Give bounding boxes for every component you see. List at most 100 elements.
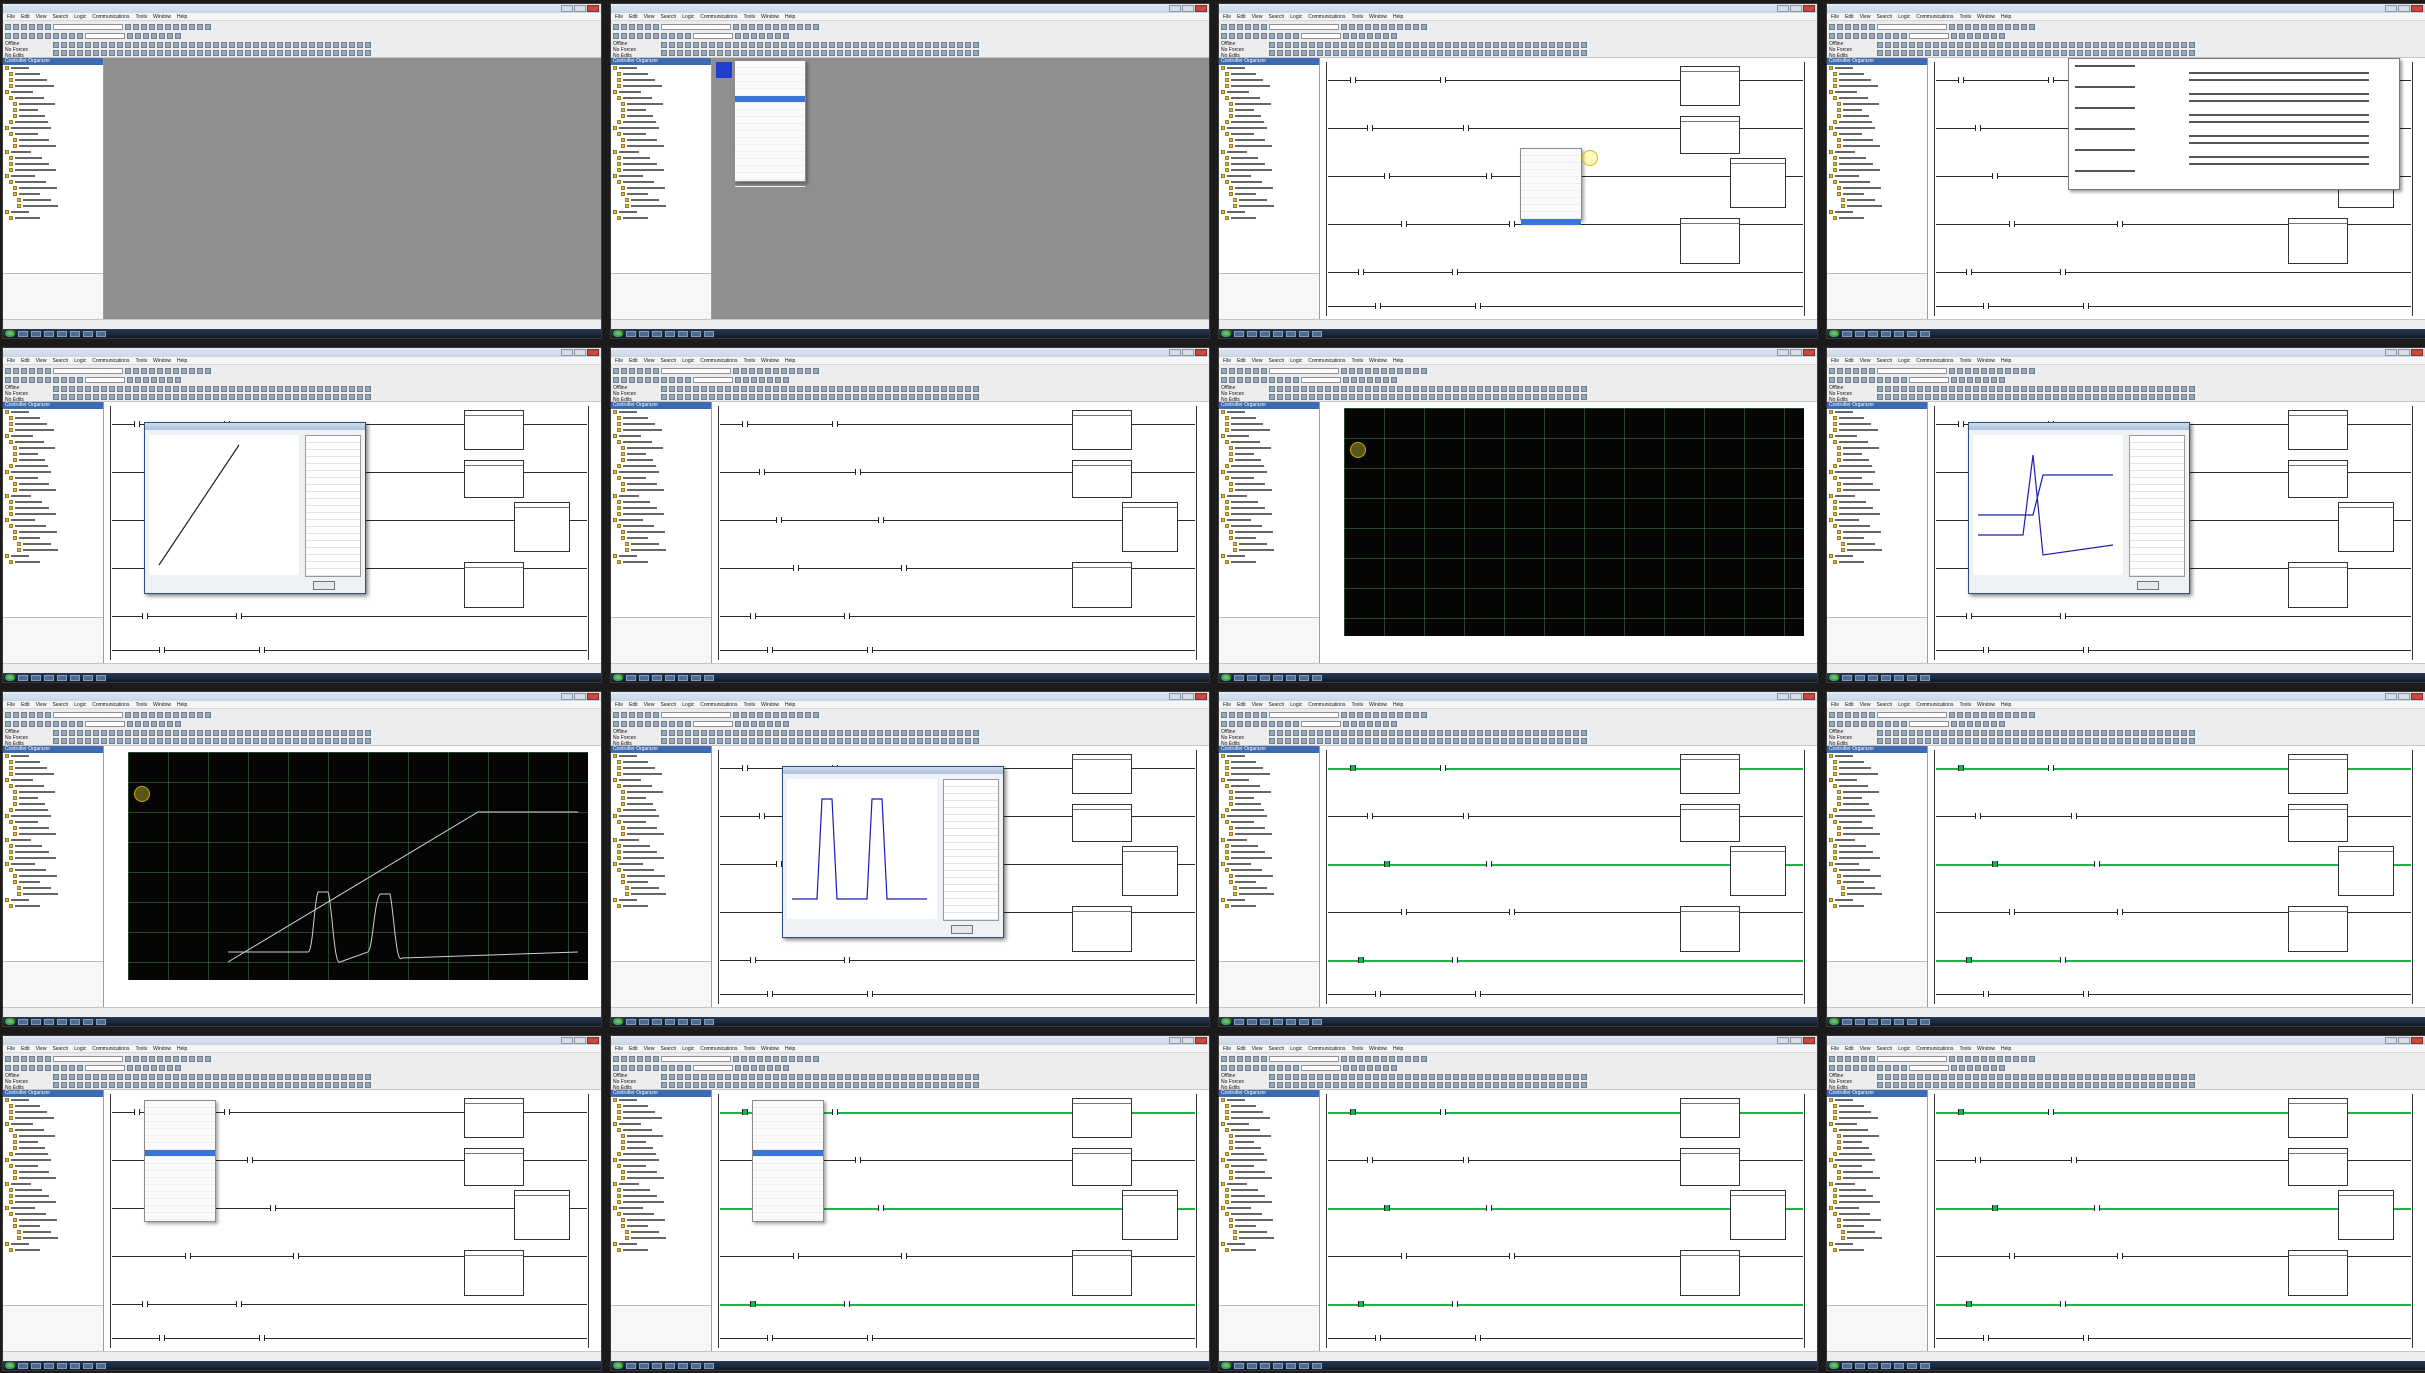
toolbar-icon[interactable] [2149,738,2155,744]
ladder-contact[interactable] [1358,269,1364,275]
instruction-block[interactable] [514,1190,570,1240]
toolbar-icon[interactable] [1981,42,1987,48]
toolbar-icon[interactable] [1989,368,1995,374]
ladder-contact[interactable] [2009,909,2015,915]
toolbar-icon[interactable] [1541,730,1547,736]
toolbar-icon[interactable] [765,738,771,744]
toolbar-icon[interactable] [1901,50,1907,56]
toolbar-icon[interactable] [1453,386,1459,392]
start-button[interactable] [1221,330,1231,337]
toolbar-icon[interactable] [1367,1065,1373,1071]
toolbar-icon[interactable] [1373,738,1379,744]
toolbar-icon[interactable] [349,1082,355,1088]
toolbar-icon[interactable] [37,721,43,727]
toolbar-icon[interactable] [797,1082,803,1088]
toolbar-icon[interactable] [2029,394,2035,400]
taskbar-app-button[interactable] [665,674,675,681]
toolbar-icon[interactable] [205,50,211,56]
toolbar-icon[interactable] [127,1065,133,1071]
toolbar-icon[interactable] [117,1074,123,1080]
toolbar-icon[interactable] [2157,50,2163,56]
toolbar-icon[interactable] [845,1082,851,1088]
instruction-block[interactable] [464,1098,524,1138]
menu-item[interactable]: View [1860,14,1871,20]
toolbar-icon[interactable] [1885,1082,1891,1088]
toolbar-icon[interactable] [653,377,659,383]
toolbar-icon[interactable] [685,738,691,744]
toolbar-icon[interactable] [1405,24,1411,30]
ladder-rung[interactable] [1936,994,2411,995]
toolbar-icon[interactable] [229,1082,235,1088]
toolbar-icon[interactable] [5,721,11,727]
toolbar-icon[interactable] [1253,24,1259,30]
menu-item[interactable]: Edit [629,14,638,20]
trend-table-row[interactable] [944,829,998,836]
toolbar-icon[interactable] [1413,1082,1419,1088]
ladder-contact[interactable] [1375,991,1381,997]
tree-item[interactable] [1219,1247,1319,1253]
toolbar-icon[interactable] [805,42,811,48]
instruction-block[interactable] [464,410,524,450]
toolbar-icon[interactable] [933,738,939,744]
context-menu-item[interactable] [753,1136,823,1143]
toolbar-icon[interactable] [1253,1065,1259,1071]
toolbar-icon[interactable] [1285,42,1291,48]
toolbar-icon[interactable] [1333,738,1339,744]
toolbar-icon[interactable] [773,368,779,374]
toolbar-icon[interactable] [1325,50,1331,56]
toolbar-icon[interactable] [973,50,979,56]
instruction-block[interactable] [1072,460,1132,498]
toolbar-icon[interactable] [309,386,315,392]
ladder-contact[interactable] [767,1335,773,1341]
toolbar-icon[interactable] [1533,50,1539,56]
menu-item[interactable]: Logic [1898,1046,1910,1052]
toolbar-icon[interactable] [2093,1074,2099,1080]
toolbar-icon[interactable] [2053,386,2059,392]
toolbar-icon[interactable] [1365,394,1371,400]
toolbar-icon[interactable] [885,386,891,392]
ladder-rung[interactable] [720,994,1195,995]
toolbar-icon[interactable] [1325,738,1331,744]
toolbar-icon[interactable] [61,42,67,48]
toolbar-icon[interactable] [701,1082,707,1088]
toolbar-icon[interactable] [205,386,211,392]
toolbar-icon[interactable] [357,42,363,48]
toolbar-icon[interactable] [1885,33,1891,39]
toolbar-icon[interactable] [1429,1074,1435,1080]
toolbar-icon[interactable] [1837,1056,1843,1062]
toolbar-icon[interactable] [1957,738,1963,744]
trend-table-row[interactable] [944,878,998,885]
toolbar-icon[interactable] [829,1082,835,1088]
toolbar-icon[interactable] [45,24,51,30]
toolbar-icon[interactable] [1373,394,1379,400]
toolbar-icon[interactable] [1949,1082,1955,1088]
toolbar-icon[interactable] [661,394,667,400]
toolbar-icon[interactable] [741,730,747,736]
toolbar-icon[interactable] [1397,1082,1403,1088]
toolbar-icon[interactable] [159,377,165,383]
toolbar-icon[interactable] [1533,1074,1539,1080]
toolbar-icon[interactable] [613,377,619,383]
toolbar-icon[interactable] [1989,1056,1995,1062]
toolbar-icon[interactable] [1861,712,1867,718]
toolbar-icon[interactable] [1429,50,1435,56]
dropdown-item[interactable] [1521,219,1581,226]
toolbar-icon[interactable] [1997,1056,2003,1062]
toolbar-icon[interactable] [2125,730,2131,736]
toolbar-icon[interactable] [2085,394,2091,400]
ladder-contact[interactable] [767,991,773,997]
context-menu-item[interactable] [735,145,805,152]
ladder-contact[interactable] [142,1301,148,1307]
toolbar-icon[interactable] [1949,50,1955,56]
toolbar-icon[interactable] [733,386,739,392]
toolbar-icon[interactable] [1581,42,1587,48]
ladder-contact[interactable] [142,613,148,619]
toolbar-icon[interactable] [1333,386,1339,392]
toolbar-icon[interactable] [157,24,163,30]
toolbar-icon[interactable] [159,1065,165,1071]
toolbar-icon[interactable] [1991,377,1997,383]
path-field[interactable] [661,1056,731,1062]
trend-table-row[interactable] [306,436,360,443]
toolbar-icon[interactable] [197,24,203,30]
toolbar-icon[interactable] [741,1082,747,1088]
